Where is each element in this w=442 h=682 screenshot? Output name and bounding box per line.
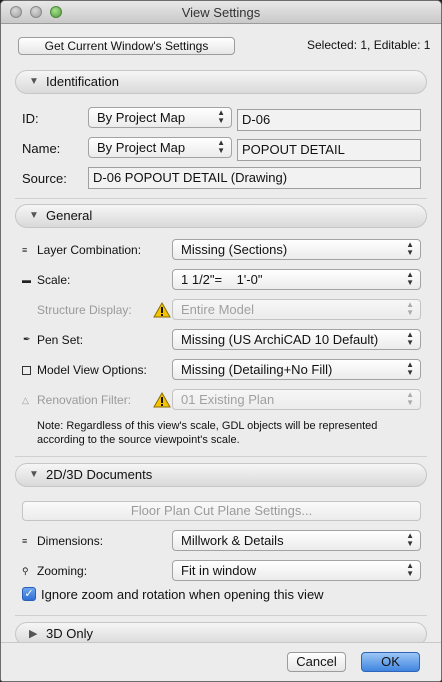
model-view-options-icon xyxy=(22,366,31,375)
name-field[interactable]: POPOUT DETAIL xyxy=(237,139,421,161)
pen-set-label: Pen Set: xyxy=(37,333,84,347)
documents-header-label: 2D/3D Documents xyxy=(46,467,153,482)
scale-value: 1 1/2"= 1'-0" xyxy=(181,272,263,287)
identification-section-header[interactable]: ▼ Identification xyxy=(15,70,427,94)
ignore-zoom-checkbox[interactable]: ✓ xyxy=(22,587,36,601)
structure-display-popup: Entire Model ▲ ▼ xyxy=(172,299,421,320)
cancel-button[interactable]: Cancel xyxy=(287,652,346,672)
scale-label: Scale: xyxy=(37,273,71,287)
model-view-options-value: Missing (Detailing+No Fill) xyxy=(181,362,333,377)
documents-section-header[interactable]: ▼ 2D/3D Documents xyxy=(15,463,427,487)
zooming-value: Fit in window xyxy=(181,563,257,578)
structure-display-label: Structure Display: xyxy=(37,303,132,317)
disclosure-open-icon: ▼ xyxy=(29,469,39,480)
title-bar: View Settings xyxy=(1,1,441,24)
up-down-arrows-icon: ▲ ▼ xyxy=(406,561,414,578)
dimensions-value: Millwork & Details xyxy=(181,533,284,548)
up-down-arrows-icon: ▲ ▼ xyxy=(217,138,225,155)
model-view-options-popup[interactable]: Missing (Detailing+No Fill) ▲ ▼ xyxy=(172,359,421,380)
id-source-popup-value: By Project Map xyxy=(97,110,186,125)
scale-popup[interactable]: 1 1/2"= 1'-0" ▲ ▼ xyxy=(172,269,421,290)
section-divider xyxy=(15,615,427,616)
disclosure-open-icon: ▼ xyxy=(29,210,39,221)
id-source-popup[interactable]: By Project Map ▲ ▼ xyxy=(88,107,232,128)
scale-note: Note: Regardless of this view's scale, G… xyxy=(37,420,378,446)
up-down-arrows-icon: ▲ ▼ xyxy=(406,360,414,377)
name-label: Name: xyxy=(22,141,61,156)
magnifier-icon: ⚲ xyxy=(22,566,29,576)
dimensions-icon: ≡ xyxy=(22,536,28,546)
window-title: View Settings xyxy=(181,5,261,20)
checkmark-icon: ✓ xyxy=(24,588,34,600)
dialog-footer: Cancel OK xyxy=(1,642,441,681)
layer-combination-popup[interactable]: Missing (Sections) ▲ ▼ xyxy=(172,239,421,260)
warning-icon xyxy=(153,302,171,318)
model-view-options-label: Model View Options: xyxy=(37,363,147,377)
up-down-arrows-icon: ▲ ▼ xyxy=(406,300,414,317)
up-down-arrows-icon: ▲ ▼ xyxy=(217,108,225,125)
view-settings-dialog: View Settings Get Current Window's Setti… xyxy=(0,0,442,682)
layer-combination-value: Missing (Sections) xyxy=(181,242,288,257)
source-label: Source: xyxy=(22,171,67,186)
layers-icon: ≡ xyxy=(22,245,28,255)
3d-only-header-label: 3D Only xyxy=(46,626,93,641)
get-current-window-settings-button[interactable]: Get Current Window's Settings xyxy=(18,37,235,55)
section-divider xyxy=(15,456,427,457)
up-down-arrows-icon: ▲ ▼ xyxy=(406,531,414,548)
structure-display-value: Entire Model xyxy=(181,302,254,317)
layer-combination-label: Layer Combination: xyxy=(37,243,142,257)
dimensions-popup[interactable]: Millwork & Details ▲ ▼ xyxy=(172,530,421,551)
ignore-zoom-label[interactable]: Ignore zoom and rotation when opening th… xyxy=(41,587,324,602)
name-source-popup-value: By Project Map xyxy=(97,140,186,155)
name-source-popup[interactable]: By Project Map ▲ ▼ xyxy=(88,137,232,158)
renovation-filter-label: Renovation Filter: xyxy=(37,393,132,407)
zooming-label: Zooming: xyxy=(37,564,88,578)
section-divider xyxy=(15,198,427,199)
id-field[interactable]: D-06 xyxy=(237,109,421,131)
up-down-arrows-icon: ▲ ▼ xyxy=(406,330,414,347)
renovation-filter-value: 01 Existing Plan xyxy=(181,392,275,407)
scale-ruler-icon: ▬ xyxy=(22,275,31,285)
pen-set-value: Missing (US ArchiCAD 10 Default) xyxy=(181,332,379,347)
zooming-popup[interactable]: Fit in window ▲ ▼ xyxy=(172,560,421,581)
up-down-arrows-icon: ▲ ▼ xyxy=(406,390,414,407)
floor-plan-cut-plane-settings-button: Floor Plan Cut Plane Settings... xyxy=(22,501,421,521)
general-section-header[interactable]: ▼ General xyxy=(15,204,427,228)
disclosure-closed-icon: ▶ xyxy=(29,628,38,640)
pen-icon: ✒ xyxy=(23,334,31,344)
identification-header-label: Identification xyxy=(46,74,119,89)
ok-button[interactable]: OK xyxy=(361,652,420,672)
selection-status: Selected: 1, Editable: 1 xyxy=(307,38,431,52)
dimensions-label: Dimensions: xyxy=(37,534,104,548)
pen-set-popup[interactable]: Missing (US ArchiCAD 10 Default) ▲ ▼ xyxy=(172,329,421,350)
warning-icon xyxy=(153,392,171,408)
general-header-label: General xyxy=(46,208,93,223)
disclosure-open-icon: ▼ xyxy=(29,76,39,87)
up-down-arrows-icon: ▲ ▼ xyxy=(406,270,414,287)
up-down-arrows-icon: ▲ ▼ xyxy=(406,240,414,257)
renovation-filter-popup: 01 Existing Plan ▲ ▼ xyxy=(172,389,421,410)
source-field: D-06 POPOUT DETAIL (Drawing) xyxy=(88,167,421,189)
id-label: ID: xyxy=(22,111,39,126)
renovation-icon: △ xyxy=(22,395,29,405)
